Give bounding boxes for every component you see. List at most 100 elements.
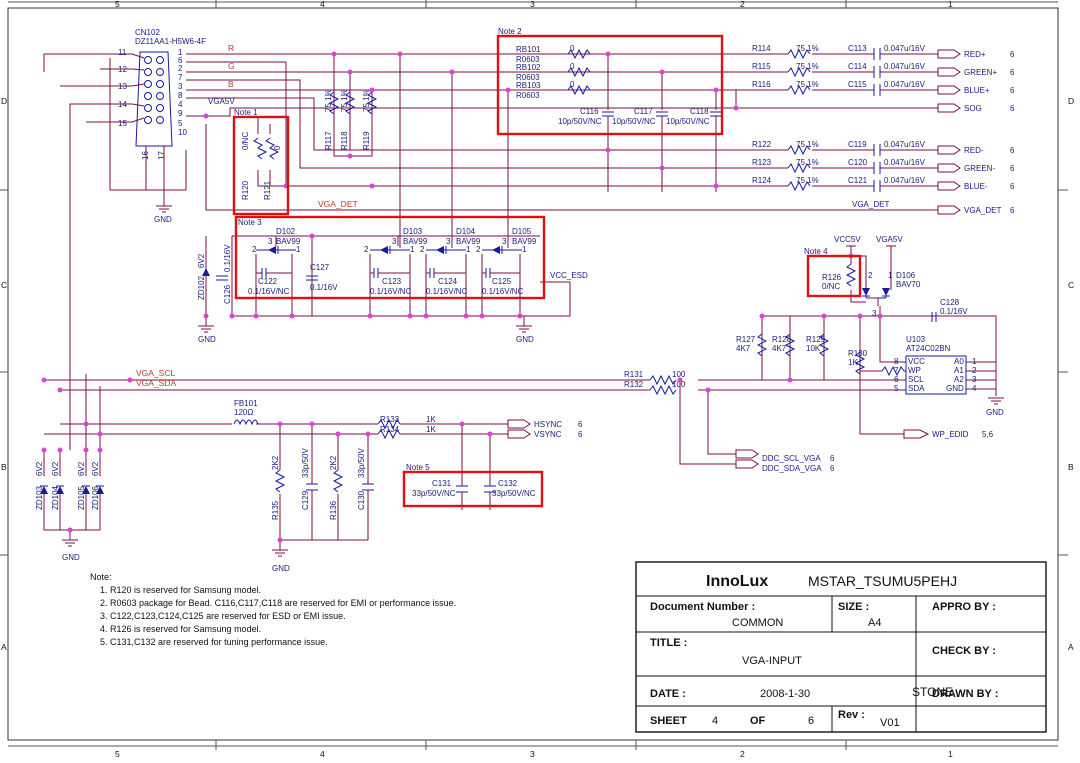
port-ddc-scl: DDC_SCL_VGA bbox=[762, 454, 821, 463]
svg-text:R136: R136 bbox=[329, 500, 338, 520]
svg-text:VGA_SDA: VGA_SDA bbox=[136, 378, 176, 388]
svg-text:R126: R126 bbox=[822, 273, 842, 282]
svg-text:A0: A0 bbox=[954, 357, 964, 366]
svg-text:C131: C131 bbox=[432, 479, 452, 488]
svg-text:6: 6 bbox=[830, 464, 835, 473]
gnd-symbol: GND bbox=[986, 397, 1004, 417]
svg-text:U103: U103 bbox=[906, 335, 926, 344]
row-label: B bbox=[1, 462, 7, 472]
svg-text:SIZE :: SIZE : bbox=[838, 601, 869, 613]
svg-text:0: 0 bbox=[570, 62, 575, 71]
svg-text:R116: R116 bbox=[752, 80, 771, 89]
svg-text:4: 4 bbox=[712, 715, 718, 727]
svg-text:5,6: 5,6 bbox=[982, 430, 994, 439]
svg-text:R: R bbox=[228, 43, 234, 53]
col-label: 3 bbox=[530, 0, 535, 9]
svg-text:GND: GND bbox=[62, 553, 80, 562]
svg-text:R124: R124 bbox=[752, 176, 772, 185]
svg-text:ZD106: ZD106 bbox=[91, 485, 100, 510]
row-label: C bbox=[1068, 280, 1074, 290]
svg-text:17: 17 bbox=[157, 151, 166, 160]
svg-text:ZD103: ZD103 bbox=[35, 485, 44, 510]
svg-text:SDA: SDA bbox=[908, 384, 925, 393]
col-label: 5 bbox=[115, 0, 120, 9]
note-line: 2. R0603 package for Bead. C116,C117,C11… bbox=[100, 598, 456, 608]
port-vga-det: VGA_DET bbox=[964, 206, 1001, 215]
svg-text:RB102: RB102 bbox=[516, 63, 541, 72]
svg-text:R115: R115 bbox=[752, 62, 771, 71]
svg-text:0: 0 bbox=[273, 145, 282, 150]
svg-text:VCC_ESD: VCC_ESD bbox=[550, 271, 588, 280]
svg-text:C121: C121 bbox=[848, 176, 868, 185]
svg-text:R134: R134 bbox=[380, 425, 400, 434]
svg-text:DATE :: DATE : bbox=[650, 688, 686, 700]
svg-text:C114: C114 bbox=[848, 62, 867, 71]
svg-text:C115: C115 bbox=[848, 80, 867, 89]
svg-text:6V2: 6V2 bbox=[51, 461, 60, 476]
svg-text:GND: GND bbox=[198, 335, 216, 344]
svg-text:1K: 1K bbox=[426, 415, 436, 424]
svg-text:C113: C113 bbox=[848, 44, 867, 53]
svg-text:DRAWN BY :: DRAWN BY : bbox=[932, 688, 998, 700]
svg-text:GND: GND bbox=[946, 384, 964, 393]
svg-text:15: 15 bbox=[118, 119, 127, 128]
svg-text:6V2: 6V2 bbox=[197, 253, 206, 268]
svg-text:6V2: 6V2 bbox=[91, 461, 100, 476]
note-line: 1. R120 is reserved for Samsung model. bbox=[100, 585, 261, 595]
svg-text:3: 3 bbox=[268, 237, 273, 246]
port-red-plus: RED+ bbox=[964, 50, 986, 59]
col-label: 3 bbox=[530, 749, 535, 759]
port-green-minus: GREEN- bbox=[964, 164, 995, 173]
svg-text:10p/50V/NC: 10p/50V/NC bbox=[666, 117, 710, 126]
svg-text:ZD104: ZD104 bbox=[51, 485, 60, 510]
svg-text:0.047u/16V: 0.047u/16V bbox=[884, 158, 926, 167]
col-label: 2 bbox=[740, 749, 745, 759]
svg-text:0.1/16V/NC: 0.1/16V/NC bbox=[248, 287, 290, 296]
sheet-title: VGA-INPUT bbox=[742, 655, 802, 667]
note-tag: Note 2 bbox=[498, 27, 522, 36]
svg-text:0.1/16V: 0.1/16V bbox=[310, 283, 338, 292]
svg-text:A2: A2 bbox=[954, 375, 964, 384]
svg-text:R121: R121 bbox=[263, 180, 272, 200]
zener-row: ZD103 ZD104 ZD105 ZD106 6V2 6V2 6V2 6V2 … bbox=[35, 450, 104, 562]
svg-text:2: 2 bbox=[476, 245, 481, 254]
svg-text:A4: A4 bbox=[868, 617, 881, 629]
svg-text:GND: GND bbox=[154, 215, 172, 224]
svg-text:2: 2 bbox=[364, 245, 369, 254]
svg-text:VGA_DET: VGA_DET bbox=[852, 200, 889, 209]
svg-text:0.1/16V/NC: 0.1/16V/NC bbox=[426, 287, 468, 296]
port-red-minus: RED- bbox=[964, 146, 984, 155]
svg-text:75 1%: 75 1% bbox=[796, 44, 819, 53]
svg-text:6: 6 bbox=[1010, 182, 1015, 191]
row-label: C bbox=[1, 280, 7, 290]
svg-text:GND: GND bbox=[986, 408, 1004, 417]
svg-text:6: 6 bbox=[578, 420, 583, 429]
svg-text:6: 6 bbox=[808, 715, 814, 727]
svg-text:3: 3 bbox=[872, 309, 877, 318]
svg-text:10: 10 bbox=[178, 128, 187, 137]
row-label: B bbox=[1068, 462, 1074, 472]
col-label: 4 bbox=[320, 749, 325, 759]
svg-text:VCC: VCC bbox=[908, 357, 925, 366]
svg-text:C123: C123 bbox=[382, 277, 402, 286]
svg-text:R0603: R0603 bbox=[516, 91, 540, 100]
svg-text:10K: 10K bbox=[806, 344, 821, 353]
svg-text:RB103: RB103 bbox=[516, 81, 541, 90]
svg-text:2: 2 bbox=[868, 271, 873, 280]
svg-text:3: 3 bbox=[502, 237, 507, 246]
svg-text:R132: R132 bbox=[624, 380, 644, 389]
svg-text:R117: R117 bbox=[324, 131, 333, 150]
col-label: 1 bbox=[948, 749, 953, 759]
svg-text:33p/50V/NC: 33p/50V/NC bbox=[492, 489, 536, 498]
svg-text:1K: 1K bbox=[426, 425, 436, 434]
svg-text:11: 11 bbox=[118, 48, 127, 57]
port-wp-edid: WP_EDID bbox=[932, 430, 969, 439]
svg-text:VCC5V: VCC5V bbox=[834, 235, 861, 244]
svg-text:6: 6 bbox=[578, 430, 583, 439]
svg-text:33p/50V/NC: 33p/50V/NC bbox=[412, 489, 456, 498]
note-line: 3. C122,C123,C124,C125 are reserved for … bbox=[100, 611, 346, 621]
svg-text:0.1/16V: 0.1/16V bbox=[940, 307, 968, 316]
note-tag: Note 3 bbox=[238, 218, 262, 227]
svg-text:R123: R123 bbox=[752, 158, 772, 167]
svg-text:75 1%: 75 1% bbox=[796, 62, 819, 71]
